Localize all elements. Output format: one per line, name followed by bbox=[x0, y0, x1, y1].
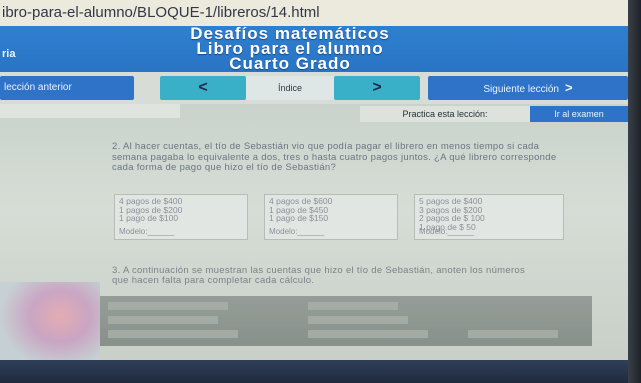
payment-line: 1 pago de $150 bbox=[269, 213, 329, 224]
content-top-strip bbox=[0, 104, 180, 118]
monitor-bezel bbox=[628, 0, 641, 383]
header-side-label: ria bbox=[2, 48, 16, 60]
arrow-right-icon: > bbox=[565, 80, 573, 95]
question-2-text: 2. Al hacer cuentas, el tío de Sebastián… bbox=[112, 141, 557, 173]
back-arrow-button[interactable]: < bbox=[160, 76, 246, 100]
table-cell bbox=[108, 302, 228, 310]
calculation-table bbox=[100, 296, 592, 346]
model-answer-field[interactable]: Modelo:______ bbox=[119, 228, 174, 237]
table-row bbox=[108, 316, 578, 326]
lesson-content: Practica esta lección: Ir al examen 2. A… bbox=[0, 104, 628, 368]
model-answer-field[interactable]: Modelo:______ bbox=[419, 228, 474, 237]
lesson-navigation: lección anterior < Índice > Siguiente le… bbox=[0, 72, 628, 104]
next-lesson-button[interactable]: Siguiente lección > bbox=[428, 76, 628, 100]
chevron-right-icon: > bbox=[372, 79, 382, 96]
payment-line: 1 pago de $100 bbox=[119, 213, 179, 224]
page-title: Desafíos matemáticos Libro para el alumn… bbox=[110, 25, 470, 73]
go-to-exam-button[interactable]: Ir al examen bbox=[530, 106, 628, 122]
title-line-3: Cuarto Grado bbox=[229, 54, 351, 73]
next-lesson-label: Siguiente lección bbox=[483, 84, 559, 95]
table-cell bbox=[308, 302, 398, 310]
chevron-left-icon: < bbox=[198, 79, 208, 96]
payment-option-card: 4 pagos de $600 1 pago de $450 1 pago de… bbox=[264, 194, 398, 240]
browser-screen: ibro-para-el-alumno/BLOQUE-1/libreros/14… bbox=[0, 0, 628, 383]
table-cell bbox=[308, 316, 408, 324]
practice-label: Practica esta lección: bbox=[360, 106, 530, 122]
book-illustration bbox=[0, 282, 100, 368]
previous-lesson-button[interactable]: lección anterior bbox=[0, 76, 134, 100]
site-header: ria Desafíos matemáticos Libro para el a… bbox=[0, 25, 628, 73]
forward-arrow-button[interactable]: > bbox=[334, 76, 420, 100]
payment-option-card: 4 pagos de $400 1 pagos de $200 1 pago d… bbox=[114, 194, 248, 240]
taskbar bbox=[0, 360, 628, 383]
address-bar[interactable]: ibro-para-el-alumno/BLOQUE-1/libreros/14… bbox=[0, 0, 628, 27]
question-3-text: 3. A continuación se muestran las cuenta… bbox=[112, 265, 526, 286]
table-cell bbox=[468, 330, 558, 338]
index-button[interactable]: Índice bbox=[246, 76, 334, 100]
table-row bbox=[108, 330, 578, 340]
table-row bbox=[108, 302, 578, 312]
model-answer-field[interactable]: Modelo:______ bbox=[269, 228, 324, 237]
table-cell bbox=[108, 330, 238, 338]
table-cell bbox=[308, 330, 428, 338]
table-cell bbox=[108, 316, 218, 324]
payment-option-card: 5 pagos de $400 3 pagos de $200 2 pagos … bbox=[414, 194, 564, 240]
